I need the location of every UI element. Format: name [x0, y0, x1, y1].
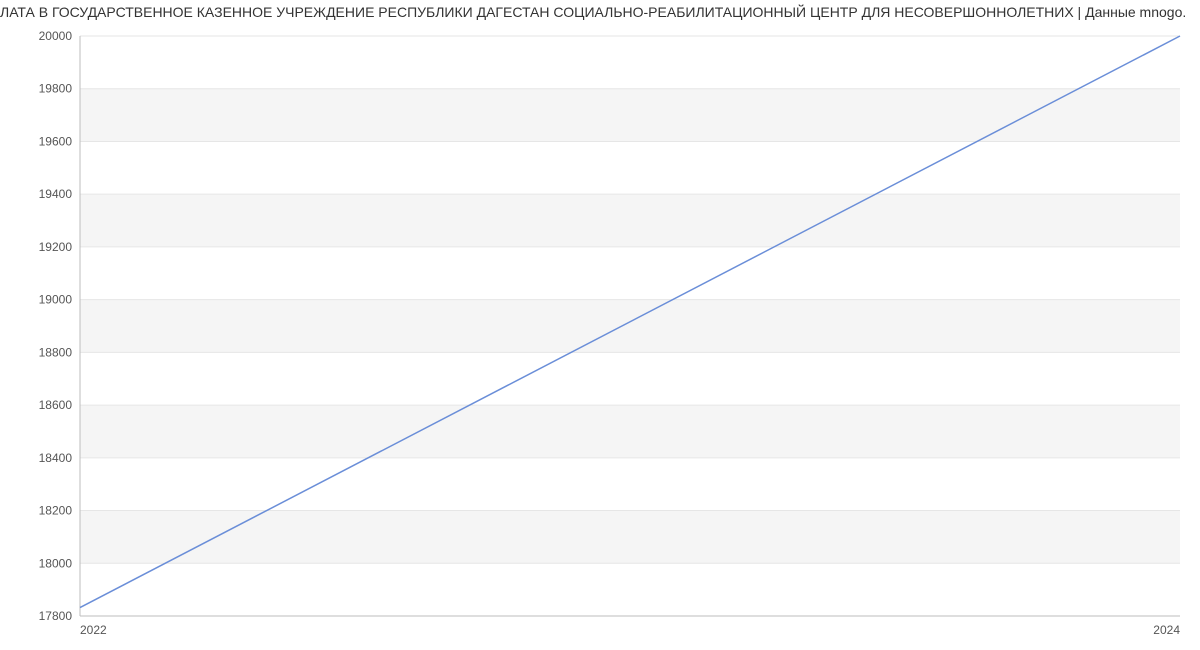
chart-area: 17800 18000 18200 18400 18600 18800 19000 19200…	[0, 26, 1200, 646]
svg-text:19200: 19200	[39, 240, 73, 254]
chart-title: ЛАТА В ГОСУДАРСТВЕННОЕ КАЗЕННОЕ УЧРЕЖДЕН…	[0, 0, 1200, 26]
svg-text:19600: 19600	[39, 134, 73, 148]
svg-text:18400: 18400	[39, 451, 73, 465]
svg-text:18600: 18600	[39, 398, 73, 412]
svg-text:2024: 2024	[1153, 623, 1180, 637]
svg-text:19000: 19000	[39, 293, 73, 307]
svg-text:2022: 2022	[80, 623, 107, 637]
line-chart: 17800 18000 18200 18400 18600 18800 19000 19200…	[0, 26, 1200, 646]
svg-text:19800: 19800	[39, 82, 73, 96]
svg-text:18200: 18200	[39, 504, 73, 518]
svg-text:18000: 18000	[39, 556, 73, 570]
svg-text:19400: 19400	[39, 187, 73, 201]
svg-text:20000: 20000	[39, 29, 73, 43]
svg-text:17800: 17800	[39, 609, 73, 623]
svg-text:18800: 18800	[39, 345, 73, 359]
